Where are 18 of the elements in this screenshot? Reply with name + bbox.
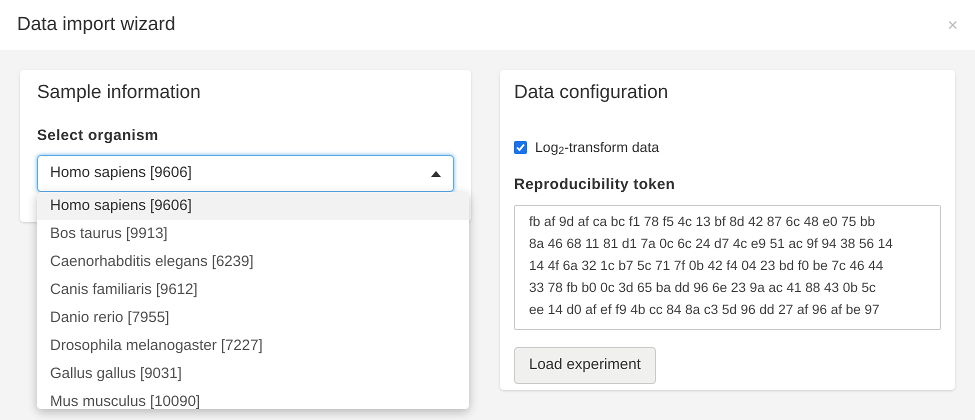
dialog-title: Data import wizard bbox=[17, 12, 176, 37]
checkbox-label: Log$_{2}$-transform data bbox=[535, 138, 660, 158]
field-label: Select organism bbox=[37, 126, 160, 146]
card-title: Data configuration bbox=[514, 81, 668, 105]
dropdown-option[interactable]: Gallus gallus [9031] bbox=[37, 360, 469, 388]
checkbox[interactable] bbox=[514, 140, 527, 154]
dropdown-option[interactable]: Bos taurus [9913] bbox=[37, 220, 469, 248]
dropdown-option[interactable]: Danio rerio [7955] bbox=[37, 304, 469, 332]
card-title: Sample information bbox=[37, 81, 202, 105]
field-label: Reproducibility token bbox=[514, 174, 676, 194]
dropdown-option[interactable]: Mus musculus [10090] bbox=[37, 388, 469, 409]
token-field[interactable]: fb af 9d af ca bc f1 78 f5 4c 13 bf 8d 42 87 6c 48 e0 75 bb 8a 46 68 11 81 d1 7a 0c 6c 24 d7 4c e9 51 ac 9f 94 38 56 14 14 4f 6a 32 1c b7 5c 71 7f 0b 42 f4 04 23 bd f0 be 7c 46 44 33 78 fb b0 0c 3d 65 ba dd 96 6e 23 9a ac 41 88 43 0b 5c ee 14 d0 af ef f9 4b cc 84 8a c3 5d 96 dd 27 af 96 af be 97 bbox=[514, 205, 941, 330]
dropdown-option[interactable]: Caenorhabditis elegans [6239] bbox=[37, 248, 469, 276]
dropdown-option[interactable]: Canis familiaris [9612] bbox=[37, 276, 469, 304]
load-experiment-button[interactable]: Load experiment bbox=[514, 347, 656, 384]
dropdown-option[interactable]: Drosophila melanogaster [7227] bbox=[37, 332, 469, 360]
dropdown-option[interactable]: Homo sapiens [9606] bbox=[37, 192, 469, 220]
organism-select[interactable]: Homo sapiens [9606] bbox=[37, 155, 454, 192]
